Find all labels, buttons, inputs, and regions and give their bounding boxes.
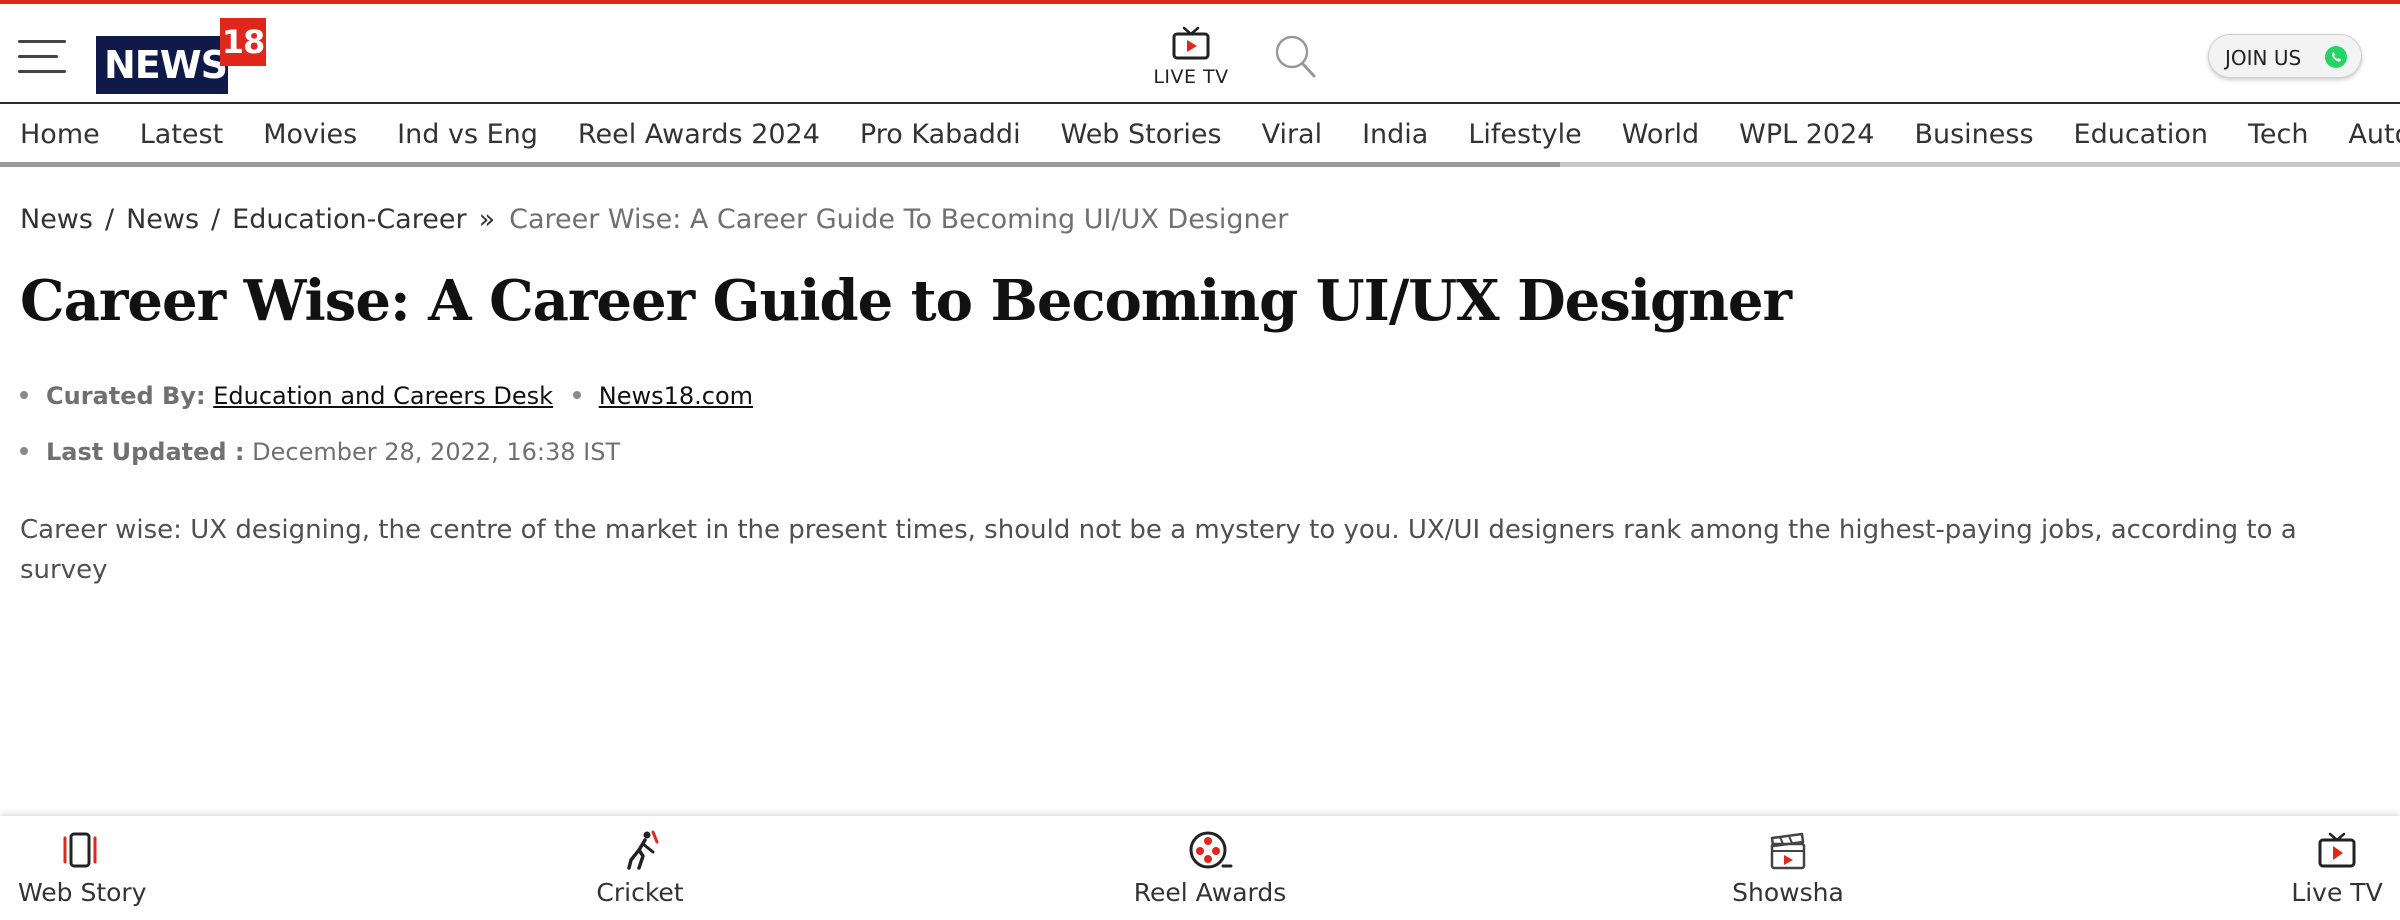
byline-row: Curated By: Education and Careers Desk N… (20, 382, 753, 410)
logo-number: 18 (220, 18, 266, 66)
last-updated-label: Last Updated : (46, 438, 245, 466)
nav-item-reel-awards-2024[interactable]: Reel Awards 2024 (578, 104, 820, 166)
category-nav: Home Latest Movies Ind vs Eng Reel Awards 20… (0, 104, 2400, 166)
breadcrumb-separator: / (211, 204, 221, 235)
bottom-nav-label: Live TV (2291, 878, 2383, 907)
breadcrumb-link-news-2[interactable]: News (126, 204, 199, 235)
bottom-nav-bar: Web Story Cricket Reel Awards Showsha Li… (0, 816, 2400, 920)
nav-scrollbar-thumb[interactable] (0, 162, 1560, 167)
author-link[interactable]: Education and Careers Desk (213, 382, 553, 410)
bottom-nav-label: Cricket (596, 878, 684, 907)
nav-item-wpl-2024[interactable]: WPL 2024 (1739, 104, 1874, 166)
nav-item-web-stories[interactable]: Web Stories (1061, 104, 1222, 166)
search-icon[interactable] (1274, 34, 1318, 80)
bottom-nav-web-story[interactable]: Web Story (18, 830, 147, 907)
breadcrumb-link-education-career[interactable]: Education-Career (232, 204, 466, 235)
bottom-nav-reel-awards[interactable]: Reel Awards (1130, 830, 1290, 907)
menu-icon[interactable] (18, 40, 66, 74)
nav-item-business[interactable]: Business (1914, 104, 2033, 166)
nav-item-pro-kabaddi[interactable]: Pro Kabaddi (860, 104, 1021, 166)
bottom-nav-showsha[interactable]: Showsha (1730, 830, 1846, 907)
updated-row: Last Updated : December 28, 2022, 16:38 … (20, 438, 620, 466)
nav-item-tech[interactable]: Tech (2248, 104, 2308, 166)
breadcrumb-end-separator: » (478, 204, 496, 235)
nav-item-auto[interactable]: Auto (2348, 104, 2400, 166)
article-title: Career Wise: A Career Guide to Becoming … (20, 268, 1792, 334)
logo-word: NEWS (96, 36, 228, 94)
live-tv-label: LIVE TV (1153, 66, 1229, 88)
whatsapp-icon (2325, 46, 2347, 68)
tv-icon (2318, 832, 2356, 868)
nav-item-home[interactable]: Home (20, 104, 100, 166)
news18-logo[interactable]: NEWS 18 (96, 18, 272, 94)
nav-item-education[interactable]: Education (2074, 104, 2208, 166)
nav-item-ind-vs-eng[interactable]: Ind vs Eng (397, 104, 538, 166)
breadcrumb: News / News / Education-Career » Career Wise: … (20, 204, 1288, 235)
nav-item-latest[interactable]: Latest (140, 104, 223, 166)
bottom-nav-label: Reel Awards (1133, 878, 1287, 907)
film-reel-icon (1189, 831, 1233, 869)
source-link[interactable]: News18.com (599, 382, 753, 410)
tv-icon (1172, 26, 1210, 60)
nav-item-lifestyle[interactable]: Lifestyle (1468, 104, 1581, 166)
article-summary: Career wise: UX designing, the centre of… (20, 515, 2297, 585)
site-header: NEWS 18 LIVE TV JOIN US (0, 4, 2400, 104)
bullet-dot (20, 391, 28, 399)
bullet-dot (20, 447, 28, 455)
nav-item-india[interactable]: India (1362, 104, 1428, 166)
bullet-dot (572, 391, 581, 399)
last-updated-value: December 28, 2022, 16:38 IST (252, 438, 621, 466)
nav-item-world[interactable]: World (1622, 104, 1699, 166)
join-us-button[interactable]: JOIN US (2208, 34, 2362, 78)
breadcrumb-link-news[interactable]: News (20, 204, 93, 235)
web-story-icon (63, 832, 97, 868)
breadcrumb-current: Career Wise: A Career Guide To Becoming … (509, 204, 1289, 235)
join-us-label: JOIN US (2225, 46, 2302, 70)
curated-by-label: Curated By: (46, 382, 206, 410)
nav-item-viral[interactable]: Viral (1262, 104, 1323, 166)
nav-item-movies[interactable]: Movies (263, 104, 357, 166)
breadcrumb-separator: / (104, 204, 115, 235)
bottom-nav-cricket[interactable]: Cricket (590, 830, 690, 907)
live-tv-button[interactable]: LIVE TV (1146, 26, 1236, 102)
cricket-icon (627, 830, 659, 870)
bottom-nav-label: Web Story (18, 878, 147, 907)
bottom-nav-live-tv[interactable]: Live TV (2288, 830, 2386, 907)
clapperboard-icon (1770, 832, 1806, 870)
bottom-nav-label: Showsha (1732, 878, 1844, 907)
